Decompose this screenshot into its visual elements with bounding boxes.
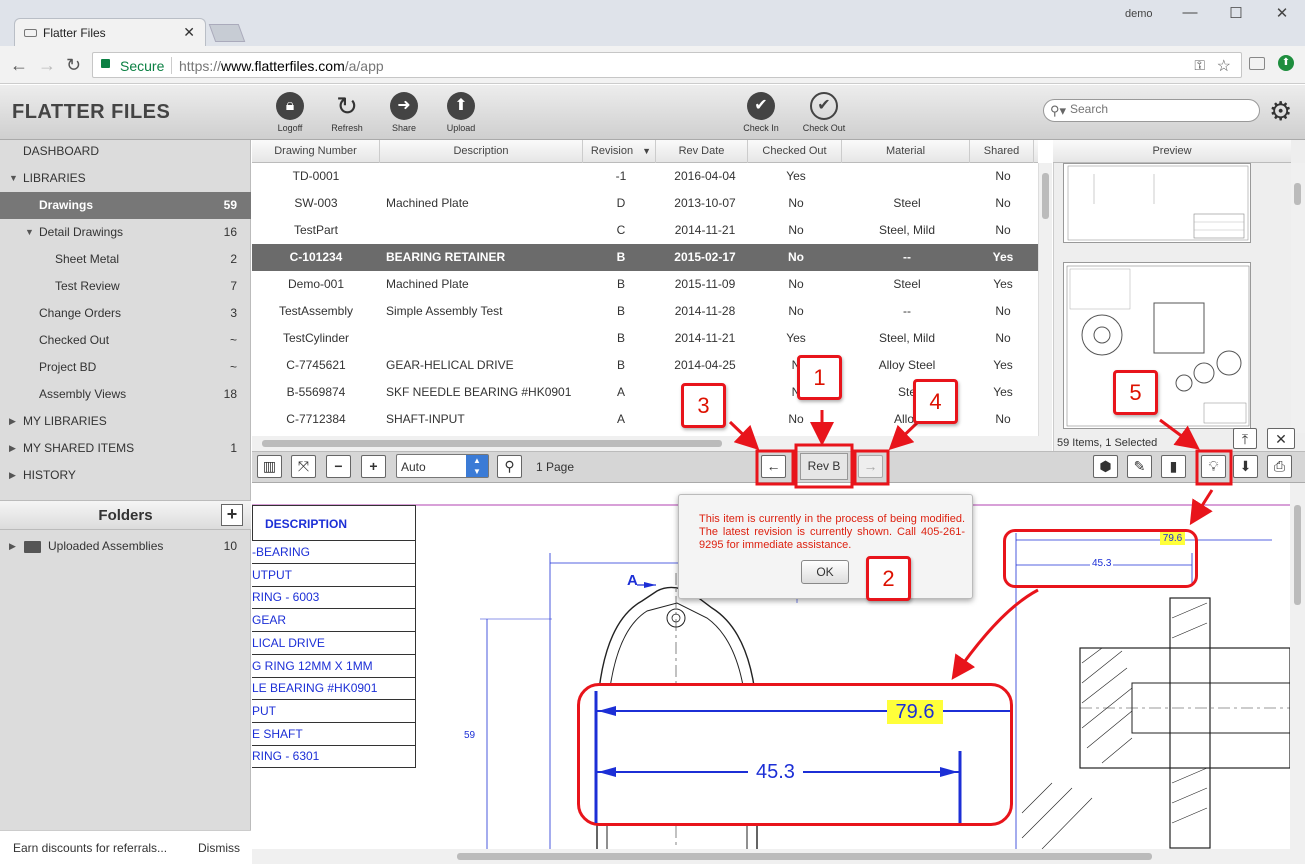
callout-4: 4 <box>913 379 958 424</box>
callout-2: 2 <box>866 556 911 601</box>
annotation-arrows <box>728 410 1233 680</box>
callout-1: 1 <box>797 355 842 400</box>
callout-3: 3 <box>681 383 726 428</box>
callout-5: 5 <box>1113 370 1158 415</box>
